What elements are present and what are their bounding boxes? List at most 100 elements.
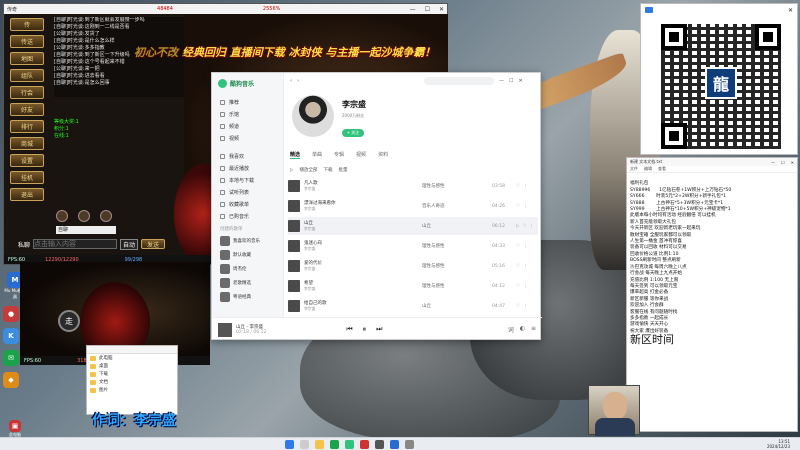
nav-item[interactable]: 已购音乐 [212,210,283,222]
download-button[interactable]: 下载 [323,167,332,173]
batch-button[interactable]: 批量 [338,167,347,173]
more-icon[interactable]: ⋮ [523,184,528,189]
menu-edit[interactable]: 编辑 [644,166,652,172]
notepad-text[interactable]: 福利礼包 SY88996 1亿钻石卷+1W积分+上万钻石*50 SY666 时装5元… [627,173,797,358]
game-menu-button[interactable]: 组队 [10,69,44,82]
app-icon[interactable]: ● [3,306,19,322]
tab-songs[interactable]: 单曲 [312,151,322,159]
playlist-item[interactable]: 老歌精选 [212,276,283,290]
nav-item[interactable]: 最近播放 [212,162,283,174]
next-icon[interactable]: ⏭ [376,325,382,334]
more-icon[interactable]: ⋮ [523,284,528,289]
nav-item[interactable]: 视频 [212,132,283,144]
start-icon[interactable] [285,439,294,449]
follow-button[interactable]: + 关注 [342,129,364,137]
obs-icon[interactable] [375,439,384,449]
more-icon[interactable]: ⋮ [523,304,528,309]
browser-icon[interactable] [390,439,399,449]
game-menu-button[interactable]: 行会 [10,86,44,99]
playlist-item[interactable]: 我喜欢的音乐 [212,234,283,248]
song-artist[interactable]: 李宗盛 [304,246,422,252]
tab-info[interactable]: 资料 [378,151,388,159]
send-button[interactable]: 发送 [141,239,166,249]
folder-row[interactable]: 图片 [87,386,177,394]
more-icon[interactable]: ⋮ [530,224,535,229]
game-menu-button[interactable]: 传送 [10,35,44,48]
nav-item[interactable]: 推荐 [212,96,283,108]
back-icon[interactable]: ‹ [290,78,292,84]
close-icon[interactable]: ✕ [518,78,522,84]
channel-select[interactable]: 自聊 [56,226,116,234]
song-row[interactable]: 凡人歌 李宗盛 理性与感性 03:58 ♡ ⋮ [288,177,538,195]
playlist-icon[interactable]: ≡ [531,325,536,334]
menu-file[interactable]: 文件 [630,166,638,172]
song-row[interactable]: 漂洋过海来看你 李宗盛 音乐人奇迹 04:26 ♡ ⋮ [288,197,538,215]
search-icon[interactable] [300,439,309,449]
game-menu-button[interactable]: 挂机 [10,171,44,184]
song-artist[interactable]: 李宗盛 [304,206,422,212]
heart-icon[interactable]: ♡ [522,224,526,229]
desktop-icon[interactable]: ▣ 此电脑 [3,420,27,438]
pause-icon[interactable]: ⏸ [363,325,367,334]
game-menu-button[interactable]: 地图 [10,52,44,65]
heart-icon[interactable]: ♡ [516,304,520,309]
close-icon[interactable]: ✕ [791,160,794,165]
song-row[interactable]: 给自己的歌 李宗盛 山丘 04:47 ♡ ⋮ [288,297,538,315]
song-artist[interactable]: 李宗盛 [304,306,422,312]
app-icon[interactable]: K [3,328,19,344]
maximize-icon[interactable]: ☐ [509,78,513,84]
song-album[interactable]: 理性与感性 [422,183,492,189]
play-icon[interactable]: ▷ [516,224,519,229]
nav-item[interactable]: 我喜欢 [212,150,283,162]
nav-item[interactable]: 频道 [212,120,283,132]
game-icon[interactable] [360,439,369,449]
maximize-icon[interactable]: ☐ [781,160,785,165]
play-all-icon[interactable]: ▷ [290,168,293,173]
close-icon[interactable]: ✕ [788,7,793,14]
now-playing-cover[interactable] [218,322,232,337]
minimize-icon[interactable]: — [499,78,504,84]
gear-icon[interactable] [100,210,112,222]
heart-icon[interactable]: ♡ [516,184,520,189]
song-artist[interactable]: 李宗盛 [304,186,422,192]
song-album[interactable]: 山丘 [422,303,492,309]
private-chat-label[interactable]: 私聊 [18,240,30,249]
taskbar-clock[interactable]: 13:51 2024/12/23 [767,439,790,449]
previous-icon[interactable]: ⏮ [346,325,352,334]
playlist-item[interactable]: 默认收藏 [212,248,283,262]
song-artist[interactable]: 李宗盛 [304,226,422,232]
song-album[interactable]: 理性与感性 [422,263,492,269]
tab-videos[interactable]: 视频 [356,151,366,159]
minimize-icon[interactable]: — [771,160,775,165]
nav-item[interactable]: 收藏歌单 [212,198,283,210]
heart-icon[interactable]: ♡ [516,244,520,249]
song-row[interactable]: 山丘 李宗盛 山丘 06:12 ▷ ♡ ⋮ [288,217,538,235]
song-album[interactable]: 音乐人奇迹 [422,203,492,209]
playlist-item[interactable]: 粤语经典 [212,290,283,304]
app-icon[interactable]: ◆ [3,372,19,388]
music-icon[interactable] [345,439,354,449]
heart-icon[interactable]: ♡ [516,284,520,289]
close-icon[interactable]: ✕ [439,6,444,13]
more-icon[interactable]: ⋮ [523,264,528,269]
folder-row[interactable]: 下载 [87,370,177,378]
walk-button[interactable]: 走 [58,310,80,332]
song-album[interactable]: 理性与感性 [422,283,492,289]
folder-icon[interactable] [315,439,324,449]
game-menu-button[interactable]: 设置 [10,154,44,167]
minimize-icon[interactable]: — [410,6,416,13]
game-menu-button[interactable]: 传 [10,18,44,31]
tab-albums[interactable]: 专辑 [334,151,344,159]
chat-input[interactable] [33,239,118,249]
heart-icon[interactable]: ♡ [516,204,520,209]
tab-featured[interactable]: 精选 [290,151,301,159]
folder-row[interactable]: 桌面 [87,362,177,370]
song-album[interactable]: 理性与感性 [422,243,492,249]
song-row[interactable]: 鬼迷心窍 李宗盛 理性与感性 04:33 ♡ ⋮ [288,237,538,255]
maximize-icon[interactable]: ☐ [425,6,430,13]
more-icon[interactable]: ⋮ [523,244,528,249]
playlist-item[interactable]: 周杰伦 [212,262,283,276]
forward-icon[interactable]: › [297,78,299,84]
more-icon[interactable]: ⋮ [523,204,528,209]
nav-item[interactable]: 本地与下载 [212,174,283,186]
